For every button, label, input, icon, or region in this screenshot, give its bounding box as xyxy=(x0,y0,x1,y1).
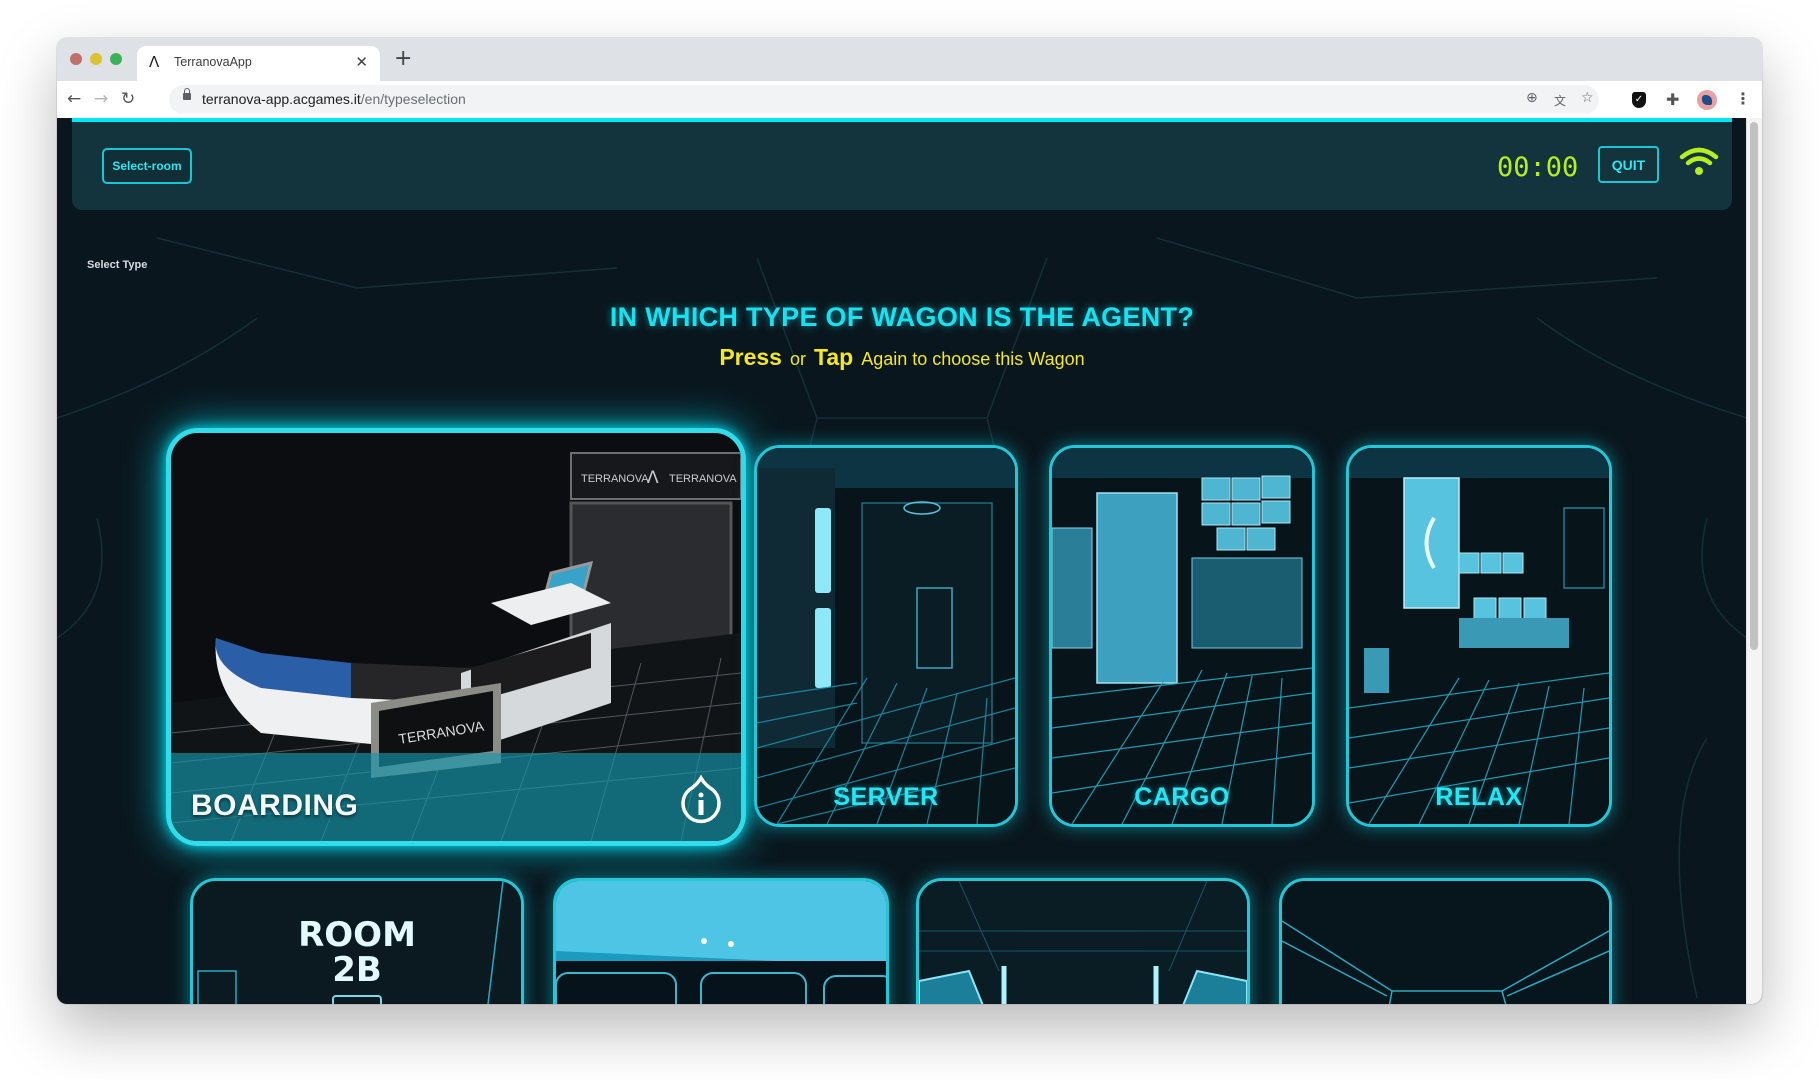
wagon-card-corridor[interactable] xyxy=(916,878,1250,1004)
or-word: or xyxy=(789,349,806,369)
corridor-scene-image xyxy=(919,881,1247,1004)
browser-tab[interactable]: Λ TerranovaApp ✕ xyxy=(137,46,380,81)
quit-button[interactable]: QUIT xyxy=(1598,146,1659,183)
wagon-card-hall[interactable] xyxy=(1279,878,1612,1004)
relax-scene-image xyxy=(1349,448,1609,824)
timer: 00:00 xyxy=(1497,152,1579,183)
wagon-label-server: SERVER xyxy=(833,783,939,811)
extensions-puzzle-icon[interactable]: ✚ xyxy=(1666,90,1679,109)
shield-extension-icon[interactable]: ✓ xyxy=(1632,92,1646,108)
page-viewport: Select-room 00:00 QUIT Select Type IN WH… xyxy=(57,118,1762,1004)
seats-scene-image: 1A 2A 3A xyxy=(556,881,886,1004)
page-scrollbar[interactable] xyxy=(1746,118,1762,1004)
wagon-card-server[interactable]: SERVER xyxy=(754,445,1018,827)
minimize-window-button[interactable] xyxy=(90,53,102,65)
title-bar: Λ TerranovaApp ✕ + xyxy=(57,38,1762,81)
wagon-card-relax[interactable]: RELAX xyxy=(1346,445,1612,827)
maximize-window-button[interactable] xyxy=(110,53,122,65)
reload-icon[interactable]: ↻ xyxy=(121,87,135,111)
instruction-subtitle: Press or Tap Again to choose this Wagon xyxy=(57,344,1747,371)
wagon-label-cargo: CARGO xyxy=(1134,783,1230,811)
tab-title: TerranovaApp xyxy=(174,55,252,69)
browser-window: Λ TerranovaApp ✕ + ← → ↻ terranova-app.a… xyxy=(57,38,1762,1004)
app-header: Select-room 00:00 QUIT xyxy=(72,122,1732,210)
star-icon[interactable]: ☆ xyxy=(1581,90,1594,106)
new-tab-button[interactable]: + xyxy=(394,46,412,72)
room-scene-image: ROOM 2B xyxy=(193,881,521,1004)
back-icon[interactable]: ← xyxy=(67,87,81,111)
wagon-card-cargo[interactable]: CARGO xyxy=(1049,445,1315,827)
close-tab-icon[interactable]: ✕ xyxy=(355,53,368,71)
breadcrumb: Select Type xyxy=(87,259,148,271)
close-window-button[interactable] xyxy=(70,53,82,65)
translate-icon[interactable]: 文 xyxy=(1554,92,1566,109)
add-icon[interactable]: ⊕ xyxy=(1526,90,1538,106)
svg-text:Λ: Λ xyxy=(647,468,659,488)
room-sign-line-1: ROOM xyxy=(298,915,416,955)
server-scene-image xyxy=(757,448,1015,824)
cargo-scene-image xyxy=(1052,448,1312,824)
hall-scene-image xyxy=(1282,881,1609,1004)
wagon-label-boarding: BOARDING xyxy=(191,789,359,822)
url-host: terranova-app.acgames.it xyxy=(202,91,361,107)
press-word: Press xyxy=(719,344,782,370)
scrollbar-thumb[interactable] xyxy=(1750,122,1758,650)
profile-avatar[interactable] xyxy=(1697,90,1717,110)
address-bar[interactable]: terranova-app.acgames.it/en/typeselectio… xyxy=(169,85,1599,114)
instruction-rest: Again to choose this Wagon xyxy=(861,349,1085,369)
wagon-card-room[interactable]: ROOM 2B xyxy=(190,878,524,1004)
url-path: /en/typeselection xyxy=(360,91,466,107)
svg-text:TERRANOVA: TERRANOVA xyxy=(669,473,737,485)
wifi-icon xyxy=(1679,147,1719,175)
wagon-card-seats[interactable]: 1A 2A 3A xyxy=(553,878,889,1004)
wagon-label-relax: RELAX xyxy=(1435,783,1523,811)
forward-icon[interactable]: → xyxy=(94,87,108,111)
wagon-card-boarding[interactable]: TERRANOVA Λ TERRANOVA TERRANOVA BOARDING xyxy=(166,428,746,846)
tap-word: Tap xyxy=(814,344,854,370)
url-text[interactable]: terranova-app.acgames.it/en/typeselectio… xyxy=(202,91,466,107)
room-sign-line-2: 2B xyxy=(332,950,382,990)
lock-icon[interactable] xyxy=(183,88,191,100)
terranova-logo-icon: Λ xyxy=(149,53,160,71)
info-icon[interactable] xyxy=(679,775,723,825)
browser-toolbar: ← → ↻ terranova-app.acgames.it/en/typese… xyxy=(57,81,1762,118)
svg-text:TERRANOVA: TERRANOVA xyxy=(581,473,649,485)
menu-kebab-icon[interactable]: ⋮ xyxy=(1735,89,1751,108)
page-title: IN WHICH TYPE OF WAGON IS THE AGENT? xyxy=(609,302,1195,332)
select-room-button[interactable]: Select-room xyxy=(102,148,192,184)
